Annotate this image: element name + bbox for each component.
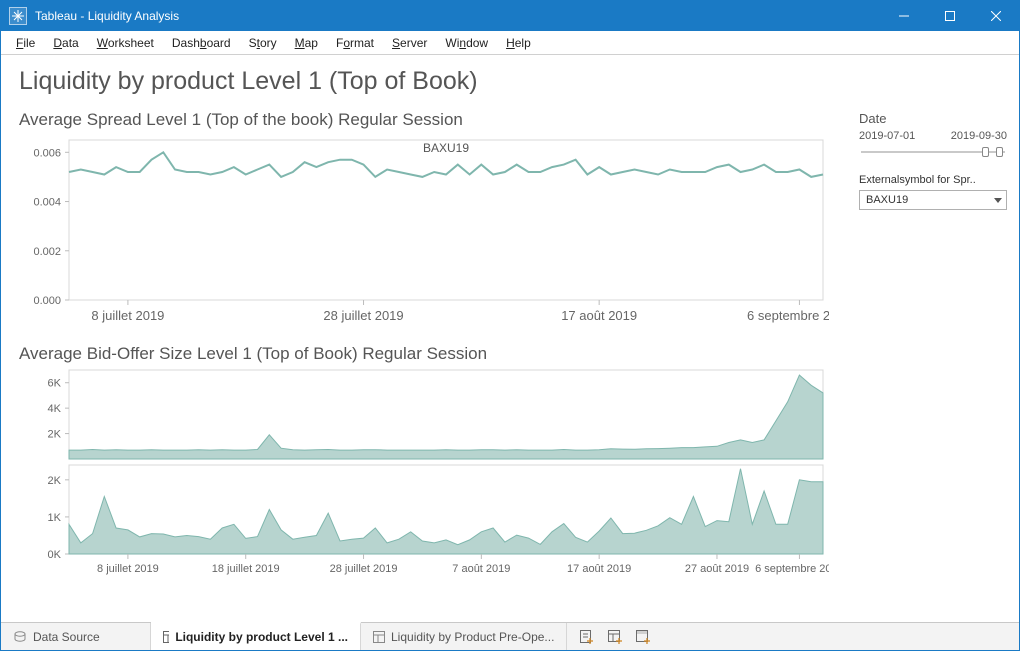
svg-text:6 septembre 2019: 6 septembre 2019: [747, 308, 829, 323]
dashboard-area: Liquidity by product Level 1 (Top of Boo…: [1, 55, 859, 622]
chevron-down-icon: [994, 198, 1002, 203]
svg-text:17 août 2019: 17 août 2019: [567, 563, 631, 575]
date-range-slider[interactable]: [861, 144, 1005, 160]
svg-text:18 juillet 2019: 18 juillet 2019: [212, 563, 280, 575]
menu-worksheet[interactable]: Worksheet: [88, 34, 163, 52]
menu-server[interactable]: Server: [383, 34, 436, 52]
date-from: 2019-07-01: [859, 130, 915, 142]
dashboard-icon: [163, 631, 169, 643]
new-story-button[interactable]: [629, 626, 655, 648]
sheet-tab-bar: Data Source Liquidity by product Level 1…: [1, 622, 1019, 650]
window-title: Tableau - Liquidity Analysis: [35, 9, 179, 23]
menu-format[interactable]: Format: [327, 34, 383, 52]
svg-text:28 juillet 2019: 28 juillet 2019: [323, 308, 403, 323]
chart-spread-svg[interactable]: 0.006 0.004 0.002 0.000 8 juillet 2019 28 jui…: [19, 134, 829, 334]
menu-file[interactable]: File: [7, 34, 44, 52]
menu-data[interactable]: Data: [44, 34, 87, 52]
svg-text:BAXU19: BAXU19: [423, 141, 469, 155]
dashboard-title: Liquidity by product Level 1 (Top of Boo…: [19, 67, 849, 96]
svg-text:0.000: 0.000: [33, 295, 61, 307]
svg-text:0.004: 0.004: [33, 197, 61, 209]
svg-text:0.006: 0.006: [33, 147, 61, 159]
chart-size-title: Average Bid-Offer Size Level 1 (Top of B…: [19, 344, 849, 364]
svg-text:6 septembre 2019: 6 septembre 2019: [755, 563, 829, 575]
svg-text:0K: 0K: [48, 549, 62, 561]
menubar: File Data Worksheet Dashboard Story Map …: [1, 31, 1019, 55]
svg-text:6K: 6K: [48, 378, 62, 390]
svg-text:28 juillet 2019: 28 juillet 2019: [330, 563, 398, 575]
symbol-filter-label: Externalsymbol for Spr..: [859, 174, 1007, 186]
window-maximize-button[interactable]: [927, 1, 973, 31]
datasource-tab-label: Data Source: [33, 630, 100, 644]
svg-text:0.002: 0.002: [33, 246, 61, 258]
svg-text:8 juillet 2019: 8 juillet 2019: [91, 308, 164, 323]
menu-window[interactable]: Window: [436, 34, 497, 52]
svg-text:8 juillet 2019: 8 juillet 2019: [97, 563, 159, 575]
menu-story[interactable]: Story: [240, 34, 286, 52]
svg-text:4K: 4K: [48, 403, 62, 415]
symbol-dropdown-value: BAXU19: [866, 194, 908, 206]
datasource-icon: [13, 630, 27, 644]
svg-text:17 août 2019: 17 août 2019: [561, 308, 637, 323]
svg-text:1K: 1K: [48, 512, 62, 524]
sheet-tab-other[interactable]: Liquidity by Product Pre-Ope...: [361, 623, 567, 650]
chart-spread-title: Average Spread Level 1 (Top of the book)…: [19, 110, 849, 130]
svg-text:7 août 2019: 7 août 2019: [452, 563, 510, 575]
svg-text:2K: 2K: [48, 475, 62, 487]
chart-spread: Average Spread Level 1 (Top of the book)…: [19, 110, 849, 334]
menu-help[interactable]: Help: [497, 34, 540, 52]
menu-dashboard[interactable]: Dashboard: [163, 34, 240, 52]
window-minimize-button[interactable]: [881, 1, 927, 31]
tableau-app-icon: [9, 7, 27, 25]
chart-size: Average Bid-Offer Size Level 1 (Top of B…: [19, 344, 849, 580]
date-filter-label: Date: [859, 111, 1007, 126]
window-titlebar: Tableau - Liquidity Analysis: [1, 1, 1019, 31]
date-to: 2019-09-30: [951, 130, 1007, 142]
sheet-tab-other-label: Liquidity by Product Pre-Ope...: [391, 630, 554, 644]
svg-text:27 août 2019: 27 août 2019: [685, 563, 749, 575]
menu-map[interactable]: Map: [286, 34, 327, 52]
dashboard-icon: [373, 631, 385, 643]
symbol-dropdown[interactable]: BAXU19: [859, 190, 1007, 210]
svg-text:2K: 2K: [48, 429, 62, 441]
new-dashboard-button[interactable]: [601, 626, 627, 648]
sheet-tab-active-label: Liquidity by product Level 1 ...: [175, 630, 348, 644]
window-close-button[interactable]: [973, 1, 1019, 31]
sheet-tab-active[interactable]: Liquidity by product Level 1 ...: [151, 622, 361, 650]
filter-panel: Date 2019-07-01 2019-09-30 Externalsymbo…: [859, 55, 1019, 622]
chart-size-svg[interactable]: 6K 4K 2K 2K 1K 0K 8 juillet 2019 18 juillet 201…: [19, 368, 829, 580]
new-worksheet-button[interactable]: [573, 626, 599, 648]
datasource-tab[interactable]: Data Source: [1, 623, 151, 650]
